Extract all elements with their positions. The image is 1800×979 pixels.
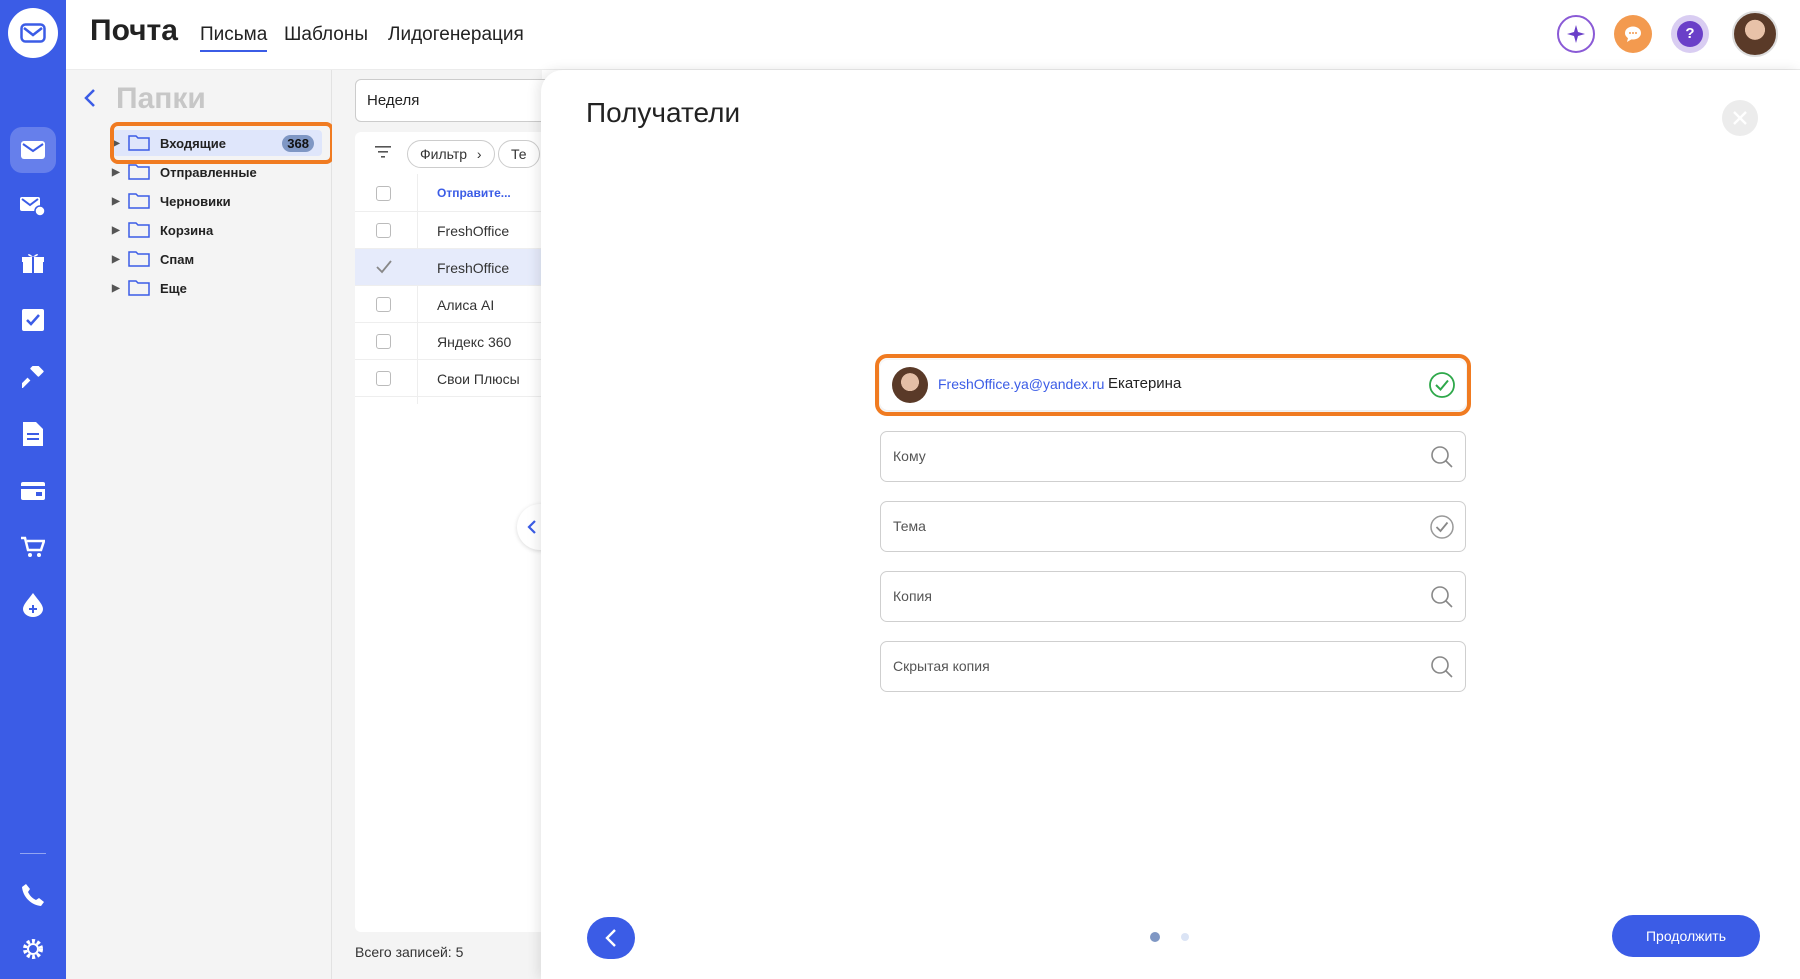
tab-letters[interactable]: Письма xyxy=(200,24,268,52)
chevron-left-icon xyxy=(527,520,536,534)
page-title: Почта xyxy=(90,14,178,47)
row-sender: Алиса AI xyxy=(437,297,495,313)
bcc-field[interactable]: Скрытая копия xyxy=(880,641,1466,692)
cc-field-placeholder: Копия xyxy=(893,588,932,604)
expand-triangle-icon[interactable]: ▶ xyxy=(112,167,128,178)
folder-more[interactable]: ▶ Еще xyxy=(112,275,322,301)
cc-field[interactable]: Копия xyxy=(880,571,1466,622)
folder-icon xyxy=(128,251,150,267)
page-dot[interactable] xyxy=(1181,933,1189,941)
total-records: Всего записей: 5 xyxy=(355,944,464,960)
gift-icon[interactable] xyxy=(10,240,56,286)
folder-icon xyxy=(128,280,150,296)
row-checkbox[interactable] xyxy=(376,297,391,312)
topic-chip[interactable]: Те xyxy=(498,140,540,168)
tab-templates[interactable]: Шаблоны xyxy=(284,24,368,50)
app-root: Почта Письма Шаблоны Лидогенерация ? Пап… xyxy=(0,0,1800,979)
search-icon[interactable] xyxy=(1429,444,1455,470)
sender-highlight-frame xyxy=(875,354,1471,416)
folder-drafts[interactable]: ▶ Черновики xyxy=(112,188,322,214)
folder-label: Еще xyxy=(160,280,187,296)
chevron-right-icon: › xyxy=(476,146,482,162)
search-icon[interactable] xyxy=(1429,654,1455,680)
modal-title: Получатели xyxy=(586,97,741,128)
card-icon[interactable] xyxy=(10,468,56,514)
chevron-left-icon[interactable] xyxy=(84,88,96,113)
expand-triangle-icon[interactable]: ▶ xyxy=(112,225,128,236)
folder-icon xyxy=(128,222,150,238)
chevron-left-icon xyxy=(605,929,616,947)
table-row[interactable]: FreshOffice xyxy=(355,249,555,286)
folder-icon xyxy=(128,193,150,209)
filter-chip-label: Фильтр xyxy=(420,146,468,162)
document-icon[interactable] xyxy=(10,411,56,457)
inbox-highlight-frame xyxy=(110,122,334,164)
back-button[interactable] xyxy=(587,917,635,959)
sender-column-header[interactable]: Отправите... xyxy=(437,186,511,200)
expand-triangle-icon[interactable]: ▶ xyxy=(112,196,128,207)
folders-panel: Папки ▶ Входящие 368 ▶ Отправленные ▶ Че… xyxy=(66,70,332,979)
row-sender: Свои Плюсы xyxy=(437,371,520,387)
expand-triangle-icon[interactable]: ▶ xyxy=(112,283,128,294)
mail-send-icon[interactable] xyxy=(10,183,56,229)
folder-trash[interactable]: ▶ Корзина xyxy=(112,217,322,243)
drop-icon[interactable] xyxy=(10,582,56,628)
row-checkbox[interactable] xyxy=(376,371,391,386)
folder-label: Корзина xyxy=(160,222,214,238)
to-field-placeholder: Кому xyxy=(893,448,926,464)
help-glyph: ? xyxy=(1677,21,1703,47)
table-row[interactable]: FreshOffice xyxy=(355,212,555,249)
row-sender: Яндекс 360 xyxy=(437,334,512,350)
subject-field[interactable]: Тема xyxy=(880,501,1466,552)
close-icon[interactable] xyxy=(1722,100,1758,136)
gear-icon[interactable] xyxy=(10,926,56,972)
select-all-checkbox[interactable] xyxy=(376,186,391,201)
top-header: Почта Письма Шаблоны Лидогенерация ? xyxy=(66,0,1800,70)
mail-list-panel: Неделя Фильтр › Те Отправите... FreshOff… xyxy=(332,70,555,979)
table-row[interactable]: Алиса AI xyxy=(355,286,555,323)
folder-spam[interactable]: ▶ Спам xyxy=(112,246,322,272)
search-icon[interactable] xyxy=(1429,584,1455,610)
tab-leadgen[interactable]: Лидогенерация xyxy=(388,24,524,50)
hammer-icon[interactable] xyxy=(10,354,56,400)
check-circle-icon xyxy=(1430,515,1454,539)
list-header: Отправите... xyxy=(355,174,555,212)
mail-logo-icon[interactable] xyxy=(8,8,58,58)
phone-icon[interactable] xyxy=(10,872,56,918)
folder-label: Черновики xyxy=(160,193,231,209)
recipients-modal: Получатели FreshOffice.ya@yandex.ru Екат… xyxy=(541,70,1800,979)
rail-divider xyxy=(20,853,46,854)
subject-field-placeholder: Тема xyxy=(893,518,926,534)
sparkle-icon[interactable] xyxy=(1557,15,1595,53)
chat-icon[interactable] xyxy=(1614,15,1652,53)
expand-triangle-icon[interactable]: ▶ xyxy=(112,254,128,265)
row-checkbox[interactable] xyxy=(376,334,391,349)
row-checkbox[interactable] xyxy=(376,223,391,238)
table-row[interactable]: Свои Плюсы xyxy=(355,360,555,397)
help-icon[interactable]: ? xyxy=(1671,15,1709,53)
row-sender: FreshOffice xyxy=(437,260,510,276)
filter-chip[interactable]: Фильтр › xyxy=(407,140,495,168)
row-checkbox-checked-icon[interactable] xyxy=(375,259,393,275)
left-rail xyxy=(0,0,66,979)
cart-icon[interactable] xyxy=(10,524,56,570)
row-sender: FreshOffice xyxy=(437,223,510,239)
period-select[interactable]: Неделя xyxy=(355,79,555,122)
filter-icon[interactable] xyxy=(375,146,391,158)
folder-icon xyxy=(128,164,150,180)
table-row[interactable]: Яндекс 360 xyxy=(355,323,555,360)
to-field[interactable]: Кому xyxy=(880,431,1466,482)
page-dot-active[interactable] xyxy=(1150,932,1160,942)
tasks-icon[interactable] xyxy=(10,297,56,343)
mail-icon[interactable] xyxy=(10,127,56,173)
folder-label: Отправленные xyxy=(160,164,257,180)
user-avatar[interactable] xyxy=(1732,11,1778,57)
continue-button[interactable]: Продолжить xyxy=(1612,915,1760,957)
folder-label: Спам xyxy=(160,251,195,267)
bcc-field-placeholder: Скрытая копия xyxy=(893,658,990,674)
folders-title: Папки xyxy=(116,82,206,115)
